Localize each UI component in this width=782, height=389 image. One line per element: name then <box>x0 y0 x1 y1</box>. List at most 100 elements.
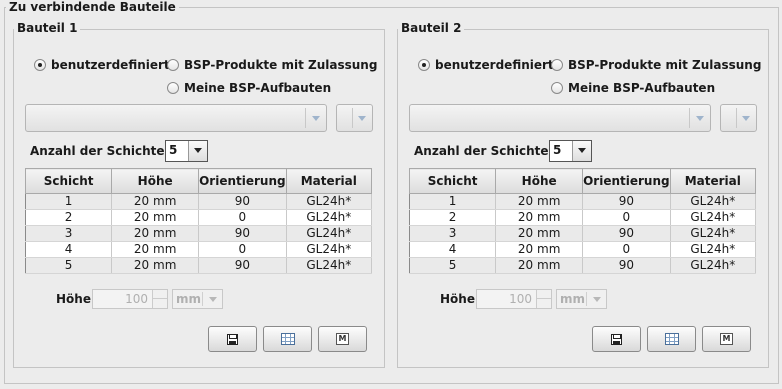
table-cell[interactable]: 4 <box>409 241 497 258</box>
chevron-down-icon <box>312 116 320 121</box>
table-row[interactable]: 5 20 mm 90 GL24h* <box>409 257 757 274</box>
table-button-2[interactable] <box>647 326 696 352</box>
height-value: 100 <box>509 292 532 306</box>
table-cell[interactable]: 90 <box>198 225 287 242</box>
save-button-2[interactable] <box>592 326 641 352</box>
column-header[interactable]: Orientierung <box>198 168 287 194</box>
radio-bsp-products-2[interactable]: BSP-Produkte mit Zulassung <box>551 58 761 72</box>
table-cell[interactable]: 1 <box>409 193 497 210</box>
spinner-down-icon[interactable] <box>536 299 551 308</box>
table-cell[interactable]: 20 mm <box>111 193 200 210</box>
chevron-down-icon <box>209 297 217 302</box>
radio-label: BSP-Produkte mit Zulassung <box>568 58 762 72</box>
layers-table-1: Schicht Höhe Orientierung Material 1 20 … <box>24 168 373 274</box>
column-header[interactable]: Höhe <box>495 168 584 194</box>
table-cell[interactable]: 20 mm <box>495 257 584 274</box>
height-unit-select-1[interactable]: mm <box>172 289 223 309</box>
column-header[interactable]: Schicht <box>24 168 113 194</box>
table-cell[interactable]: GL24h* <box>286 225 373 242</box>
table-cell[interactable]: 2 <box>409 209 497 226</box>
radio-unselected-icon <box>551 82 563 94</box>
table-cell[interactable]: GL24h* <box>670 225 757 242</box>
spinner-up-icon[interactable] <box>536 290 551 299</box>
table-row[interactable]: 1 20 mm 90 GL24h* <box>409 193 757 210</box>
variant-select-2[interactable] <box>720 104 757 132</box>
table-row[interactable]: 2 20 mm 0 GL24h* <box>409 209 757 226</box>
column-header[interactable]: Schicht <box>408 168 497 194</box>
table-row[interactable]: 4 20 mm 0 GL24h* <box>409 241 757 258</box>
table-cell[interactable]: 2 <box>25 209 113 226</box>
chevron-down-icon <box>593 297 601 302</box>
layers-count-label-1: Anzahl der Schichten <box>30 144 174 158</box>
height-spinner-2[interactable]: 100 <box>476 289 552 309</box>
layers-count-select-2[interactable]: 5 <box>549 140 592 162</box>
save-button-1[interactable] <box>208 326 257 352</box>
table-cell[interactable]: 5 <box>25 257 113 274</box>
m-button-1[interactable]: M <box>318 326 367 352</box>
table-row[interactable]: 1 20 mm 90 GL24h* <box>25 193 373 210</box>
layers-table-2: Schicht Höhe Orientierung Material 1 20 … <box>408 168 757 274</box>
table-row[interactable]: 3 20 mm 90 GL24h* <box>25 225 373 242</box>
table-cell[interactable]: GL24h* <box>670 193 757 210</box>
m-button-2[interactable]: M <box>702 326 751 352</box>
radio-user-defined-2[interactable]: benutzerdefiniert <box>418 58 554 72</box>
table-cell[interactable]: GL24h* <box>670 241 757 258</box>
table-row[interactable]: 5 20 mm 90 GL24h* <box>25 257 373 274</box>
radio-bsp-products-1[interactable]: BSP-Produkte mit Zulassung <box>167 58 377 72</box>
table-cell[interactable]: GL24h* <box>286 193 373 210</box>
variant-select-1[interactable] <box>336 104 373 132</box>
radio-my-bsp-2[interactable]: Meine BSP-Aufbauten <box>551 81 715 95</box>
column-header[interactable]: Orientierung <box>582 168 671 194</box>
table-cell[interactable]: 0 <box>198 209 287 226</box>
table-cell[interactable]: 90 <box>198 257 287 274</box>
table-cell[interactable]: 5 <box>409 257 497 274</box>
table-cell[interactable]: GL24h* <box>286 241 373 258</box>
table-cell[interactable]: 90 <box>582 257 671 274</box>
table-button-1[interactable] <box>263 326 312 352</box>
table-cell[interactable]: 90 <box>582 193 671 210</box>
spinner-down-icon[interactable] <box>152 299 167 308</box>
height-unit-value: mm <box>176 292 202 306</box>
column-header[interactable]: Material <box>285 168 373 194</box>
radio-label: benutzerdefiniert <box>435 58 554 72</box>
chevron-down-icon <box>358 116 366 121</box>
radio-user-defined-1[interactable]: benutzerdefiniert <box>34 58 170 72</box>
table-cell[interactable]: 20 mm <box>111 241 200 258</box>
height-unit-value: mm <box>560 292 586 306</box>
product-select-2[interactable] <box>409 104 711 132</box>
table-cell[interactable]: 3 <box>25 225 113 242</box>
table-cell[interactable]: 0 <box>198 241 287 258</box>
table-cell[interactable]: GL24h* <box>286 257 373 274</box>
spinner-up-icon[interactable] <box>152 290 167 299</box>
table-cell[interactable]: 0 <box>582 241 671 258</box>
table-cell[interactable]: 90 <box>582 225 671 242</box>
layers-count-select-1[interactable]: 5 <box>165 140 208 162</box>
height-label-2: Höhe <box>440 292 475 306</box>
table-cell[interactable]: 0 <box>582 209 671 226</box>
table-cell[interactable]: 20 mm <box>495 193 584 210</box>
save-icon <box>611 333 622 345</box>
height-spinner-1[interactable]: 100 <box>92 289 168 309</box>
column-header[interactable]: Material <box>669 168 757 194</box>
table-cell[interactable]: 20 mm <box>111 225 200 242</box>
height-unit-select-2[interactable]: mm <box>556 289 607 309</box>
table-cell[interactable]: 20 mm <box>111 257 200 274</box>
height-label-1: Höhe <box>56 292 91 306</box>
table-row[interactable]: 4 20 mm 0 GL24h* <box>25 241 373 258</box>
table-row[interactable]: 3 20 mm 90 GL24h* <box>409 225 757 242</box>
radio-my-bsp-1[interactable]: Meine BSP-Aufbauten <box>167 81 331 95</box>
product-select-1[interactable] <box>25 104 327 132</box>
table-cell[interactable]: 20 mm <box>111 209 200 226</box>
table-cell[interactable]: 20 mm <box>495 209 584 226</box>
table-cell[interactable]: GL24h* <box>670 209 757 226</box>
table-cell[interactable]: 90 <box>198 193 287 210</box>
table-row[interactable]: 2 20 mm 0 GL24h* <box>25 209 373 226</box>
table-cell[interactable]: GL24h* <box>286 209 373 226</box>
table-cell[interactable]: GL24h* <box>670 257 757 274</box>
table-cell[interactable]: 4 <box>25 241 113 258</box>
table-cell[interactable]: 1 <box>25 193 113 210</box>
column-header[interactable]: Höhe <box>111 168 200 194</box>
table-cell[interactable]: 20 mm <box>495 225 584 242</box>
table-cell[interactable]: 20 mm <box>495 241 584 258</box>
table-cell[interactable]: 3 <box>409 225 497 242</box>
